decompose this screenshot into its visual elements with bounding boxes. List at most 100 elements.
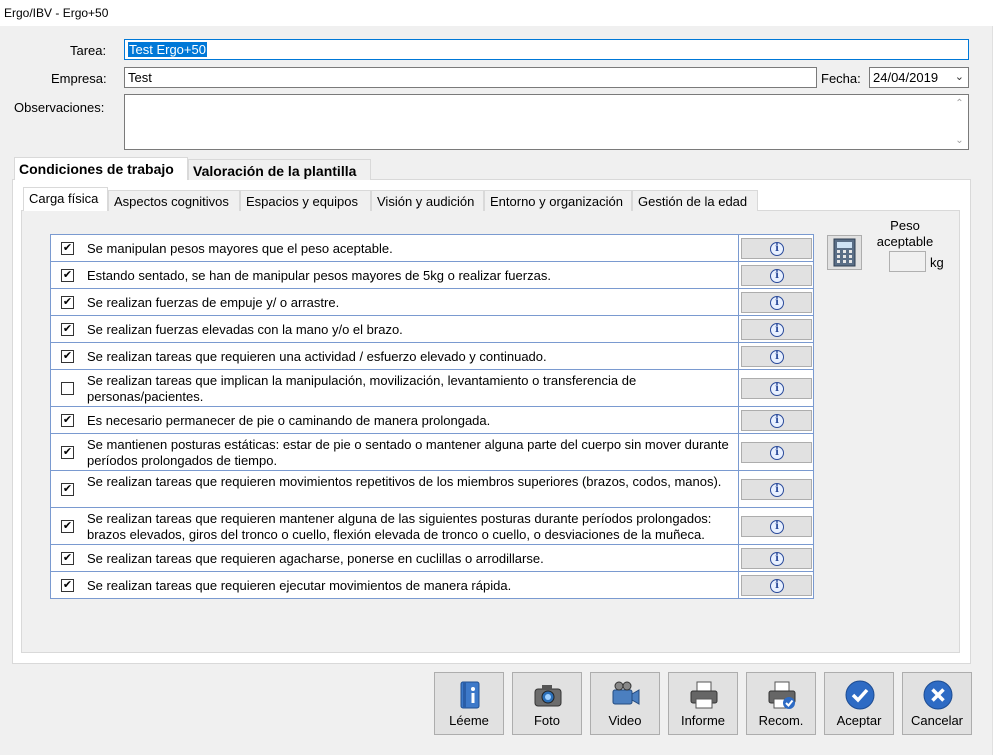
checklist-checkbox[interactable]: ✔ (61, 552, 74, 565)
checklist-checkbox[interactable]: ✔ (61, 269, 74, 282)
checklist-row: ✔ Se realizan tareas que requieren una ac… (51, 343, 813, 370)
tarea-input[interactable]: Test Ergo+50 (124, 39, 969, 60)
checklist-row: ✔ Estando sentado, se han de manipular pe… (51, 262, 813, 289)
checklist-row: ✔ Se realizan fuerzas elevadas con la man… (51, 316, 813, 343)
info-button[interactable]: i (741, 479, 812, 500)
info-icon: i (770, 579, 784, 593)
checklist-text: Se realizan tareas que requieren ejecuta… (87, 578, 512, 593)
subtab-espacios-equipos[interactable]: Espacios y equipos (240, 190, 371, 211)
checklist-text: Se realizan fuerzas elevadas con la mano… (87, 322, 403, 337)
column-divider (738, 508, 739, 544)
tarea-label: Tarea: (70, 43, 107, 58)
tab-valoracion-plantilla[interactable]: Valoración de la plantilla (188, 159, 371, 180)
info-icon: i (770, 446, 784, 460)
column-divider (738, 343, 739, 369)
observaciones-textarea[interactable]: ⌃ ⌄ (124, 94, 969, 150)
info-icon: i (770, 382, 784, 396)
empresa-input[interactable]: Test (124, 67, 817, 88)
info-button[interactable]: i (741, 265, 812, 286)
checklist-checkbox[interactable]: ✔ (61, 296, 74, 309)
checklist-checkbox[interactable]: ✔ (61, 350, 74, 363)
checklist-text: Se realizan tareas que requieren agachar… (87, 551, 544, 566)
info-button[interactable]: i (741, 292, 812, 313)
checklist-text: Se realizan fuerzas de empuje y/ o arras… (87, 295, 340, 310)
info-icon: i (770, 414, 784, 428)
info-button[interactable]: i (741, 442, 812, 463)
info-icon: i (770, 552, 784, 566)
recom-label: Recom. (758, 713, 804, 728)
column-divider (738, 316, 739, 342)
leeme-label: Léeme (449, 713, 489, 728)
peso-aceptable-input[interactable] (889, 251, 926, 272)
peso-unit-label: kg (930, 255, 944, 270)
column-divider (738, 407, 739, 433)
observaciones-scrollbar[interactable]: ⌃ ⌄ (951, 95, 968, 149)
printer-icon (690, 681, 718, 709)
checklist-row: ✔ Se realizan tareas que requieren manten… (51, 508, 813, 545)
checklist-checkbox[interactable]: ✔ (61, 323, 74, 336)
checklist-row: ✔ Es necesario permanecer de pie o camina… (51, 407, 813, 434)
scroll-down-icon[interactable]: ⌄ (951, 135, 968, 146)
checklist-text: Se mantienen posturas estáticas: estar d… (87, 437, 729, 468)
checklist-checkbox[interactable]: ✔ (61, 520, 74, 533)
fecha-value: 24/04/2019 (873, 70, 939, 85)
info-icon: i (770, 269, 784, 283)
info-button[interactable]: i (741, 238, 812, 259)
info-icon: i (770, 350, 784, 364)
chevron-down-icon[interactable]: ⌄ (955, 70, 964, 83)
column-divider (738, 545, 739, 571)
informe-button[interactable]: Informe (668, 672, 738, 735)
scroll-up-icon[interactable]: ⌃ (951, 98, 968, 109)
info-button[interactable]: i (741, 548, 812, 569)
checklist-row: ✔ Se manipulan pesos mayores que el peso … (51, 235, 813, 262)
info-icon: i (770, 296, 784, 310)
checklist-text: Estando sentado, se han de manipular pes… (87, 268, 551, 283)
tab-condiciones-de-trabajo[interactable]: Condiciones de trabajo (14, 157, 188, 180)
subtab-gestion-edad[interactable]: Gestión de la edad (632, 190, 758, 211)
subtab-carga-fisica[interactable]: Carga física (23, 187, 108, 211)
checklist-row: ✔ Se realizan tareas que requieren agacha… (51, 545, 813, 572)
calculator-button[interactable] (827, 235, 862, 270)
subtab-aspectos-cognitivos[interactable]: Aspectos cognitivos (108, 190, 240, 211)
info-button[interactable]: i (741, 378, 812, 399)
checklist-checkbox[interactable]: ✔ (61, 414, 74, 427)
checklist-row: Se realizan tareas que implican la manip… (51, 370, 813, 407)
subtab-vision-audicion[interactable]: Visión y audición (371, 190, 484, 211)
info-button[interactable]: i (741, 410, 812, 431)
column-divider (738, 289, 739, 315)
video-button[interactable]: Video (590, 672, 660, 735)
leeme-button[interactable]: Léeme (434, 672, 504, 735)
foto-button[interactable]: Foto (512, 672, 582, 735)
column-divider (738, 370, 739, 406)
checklist-row: ✔ Se realizan tareas que requieren ejecut… (51, 572, 813, 599)
checklist-text: Se realizan tareas que requieren mantene… (87, 511, 712, 542)
fecha-date-picker[interactable]: 24/04/2019 ⌄ (869, 67, 969, 88)
info-button[interactable]: i (741, 575, 812, 596)
checklist-checkbox[interactable]: ✔ (61, 242, 74, 255)
info-button[interactable]: i (741, 319, 812, 340)
info-button[interactable]: i (741, 346, 812, 367)
cancelar-button[interactable]: Cancelar (902, 672, 972, 735)
peso-aceptable-label: Peso aceptable (876, 218, 934, 249)
info-button[interactable]: i (741, 516, 812, 537)
window-title: Ergo/IBV - Ergo+50 (0, 0, 995, 26)
checklist-text: Se realizan tareas que requieren una act… (87, 349, 547, 364)
recom-button[interactable]: Recom. (746, 672, 816, 735)
tarea-value: Test Ergo+50 (128, 42, 207, 57)
printer-check-icon (768, 681, 796, 709)
subtab-entorno-organizacion[interactable]: Entorno y organización (484, 190, 632, 211)
checklist-text: Se manipulan pesos mayores que el peso a… (87, 241, 393, 256)
checklist-text: Se realizan tareas que requieren movimie… (87, 474, 722, 489)
checklist-checkbox[interactable]: ✔ (61, 579, 74, 592)
close-icon (923, 680, 953, 710)
checklist-checkbox[interactable]: ✔ (61, 483, 74, 496)
aceptar-label: Aceptar (836, 713, 882, 728)
info-icon: i (770, 483, 784, 497)
book-icon (460, 681, 480, 709)
info-icon: i (770, 520, 784, 534)
checklist-checkbox[interactable] (61, 382, 74, 395)
checklist-checkbox[interactable]: ✔ (61, 446, 74, 459)
column-divider (738, 572, 739, 598)
aceptar-button[interactable]: Aceptar (824, 672, 894, 735)
column-divider (738, 434, 739, 470)
